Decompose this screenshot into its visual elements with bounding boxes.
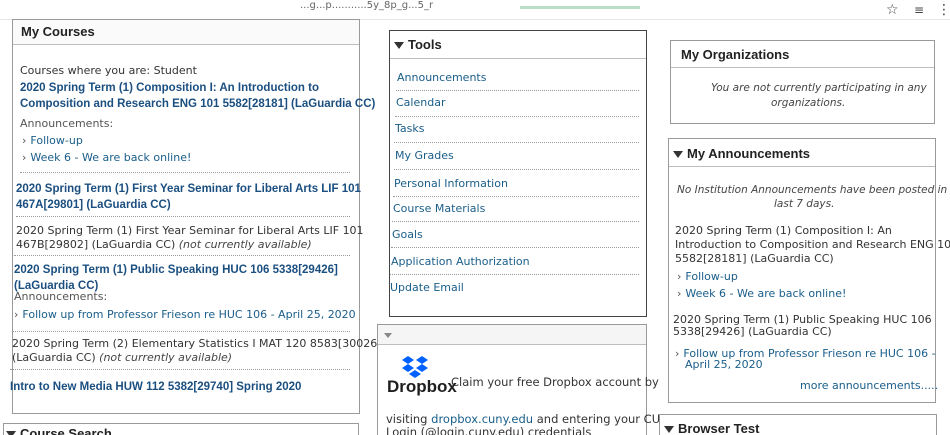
url-highlight [520, 6, 640, 9]
divider [393, 196, 639, 197]
ann-link-huc106-l2[interactable]: April 25, 2020 [685, 358, 763, 371]
tool-link-application-authorization[interactable]: Application Authorization [391, 255, 530, 268]
announcement-link-followup[interactable]: › Follow-up [22, 134, 83, 147]
chevron-right-icon: › [14, 308, 19, 321]
more-announcements-link[interactable]: more announcements..... [800, 379, 938, 392]
divider [14, 255, 350, 256]
tool-link-personal-information[interactable]: Personal Information [394, 177, 508, 190]
dropbox-text-line3: Login (@login.cuny.edu) credentials [386, 425, 592, 435]
divider [394, 169, 639, 170]
divider [391, 247, 639, 248]
course-link-lif101a-l2[interactable]: 467A[29801] (LaGuardia CC) [16, 199, 171, 211]
course-search-panel: Course Search [3, 423, 359, 435]
dropbox-logo-icon [402, 356, 428, 378]
course-link-lif101a-l1[interactable]: 2020 Spring Term (1) First Year Seminar … [16, 183, 361, 195]
divider [10, 369, 350, 370]
course-link-huc106-l2[interactable]: (LaGuardia CC) [14, 272, 98, 292]
my-courses-header: My Courses [13, 20, 359, 45]
ann-course-huc106-l2: 5338[29426] (LaGuardia CC) [673, 325, 832, 338]
divider [395, 116, 639, 117]
tool-link-update-email[interactable]: Update Email [390, 281, 464, 294]
announcements-label: Announcements: [14, 290, 108, 303]
announcement-link-huc106[interactable]: › Follow up from Professor Frieson re HUC… [14, 308, 356, 321]
chevron-right-icon: › [22, 151, 27, 164]
collapse-triangle-icon[interactable] [673, 151, 683, 159]
no-institution-announcements-l2: last 7 days. [774, 198, 835, 210]
tools-title: Tools [408, 37, 442, 52]
announcement-link-week6[interactable]: › Week 6 - We are back online! [22, 151, 191, 164]
tool-link-tasks[interactable]: Tasks [395, 122, 424, 135]
menu-icon[interactable]: ⋮ [937, 2, 950, 18]
divider [392, 221, 639, 222]
divider [16, 216, 350, 217]
ann-course-eng101-l2: Introduction to Composition and Research… [675, 238, 950, 251]
chevron-right-icon: › [677, 287, 682, 300]
browser-test-panel: Browser Test [659, 414, 937, 435]
collapse-triangle-icon[interactable] [384, 333, 392, 338]
no-institution-announcements-l1: No Institution Announcements have been p… [677, 184, 950, 196]
dropbox-panel-header [378, 325, 646, 345]
my-organizations-title: My Organizations [671, 41, 934, 68]
dropbox-text-line1: Claim your free Dropbox account by [451, 375, 659, 389]
dropbox-wordmark: Dropbox [387, 377, 457, 396]
tool-link-course-materials[interactable]: Course Materials [393, 202, 485, 215]
browser-toolbar: ...g...p...........5y_8p_g...5_r ☆ ≡ ⋮ [0, 0, 950, 20]
ann-course-eng101-l3: 5582[28181] (LaGuardia CC) [675, 252, 834, 265]
role-line: Courses where you are: Student [20, 64, 197, 77]
orgs-message-l2: organizations. [771, 97, 846, 109]
ann-course-eng101-l1: 2020 Spring Term (1) Composition I: An [675, 224, 892, 237]
course-lif101b-l1: 2020 Spring Term (1) First Year Seminar … [16, 224, 364, 237]
course-link-huw112[interactable]: Intro to New Media HUW 112 5382[29740] S… [10, 381, 301, 393]
tool-link-announcements[interactable]: Announcements [397, 71, 486, 84]
orgs-message-l1: You are not currently participating in a… [711, 82, 927, 94]
divider [20, 172, 350, 173]
divider [390, 274, 639, 275]
course-mat120-l1: 2020 Spring Term (2) Elementary Statisti… [12, 337, 382, 350]
ann-link-week6[interactable]: › Week 6 - We are back online! [677, 287, 846, 300]
collapse-triangle-icon[interactable] [394, 42, 404, 50]
course-link-eng101-l2[interactable]: Composition and Research ENG 101 5582[28… [20, 98, 375, 110]
announcements-label: Announcements: [20, 117, 114, 130]
chevron-right-icon: › [22, 134, 27, 147]
star-icon[interactable]: ☆ [886, 2, 899, 18]
chevron-right-icon: › [675, 347, 680, 360]
course-mat120-l2: (LaGuardia CC) (not currently available) [12, 351, 233, 364]
reading-list-icon[interactable]: ≡ [914, 2, 924, 18]
dropbox-link[interactable]: dropbox.cuny.edu [431, 412, 533, 426]
collapse-triangle-icon[interactable] [6, 431, 16, 435]
dropbox-text-line2: visiting dropbox.cuny.edu and entering y… [386, 412, 676, 426]
tool-link-goals[interactable]: Goals [392, 228, 423, 241]
browser-test-title: Browser Test [678, 421, 760, 435]
divider [396, 90, 639, 91]
course-search-title: Course Search [20, 426, 112, 435]
divider [12, 331, 350, 332]
course-lif101b-l2: 467B[29802] (LaGuardia CC) (not currentl… [16, 238, 312, 251]
chevron-right-icon: › [677, 270, 682, 283]
ann-link-followup[interactable]: › Follow-up [677, 270, 738, 283]
tool-link-my-grades[interactable]: My Grades [395, 149, 454, 162]
course-link-eng101-l1[interactable]: 2020 Spring Term (1) Composition I: An I… [20, 82, 319, 94]
tool-link-calendar[interactable]: Calendar [396, 96, 445, 109]
divider [394, 142, 639, 143]
my-announcements-title: My Announcements [687, 146, 811, 161]
collapse-triangle-icon[interactable] [664, 426, 674, 434]
